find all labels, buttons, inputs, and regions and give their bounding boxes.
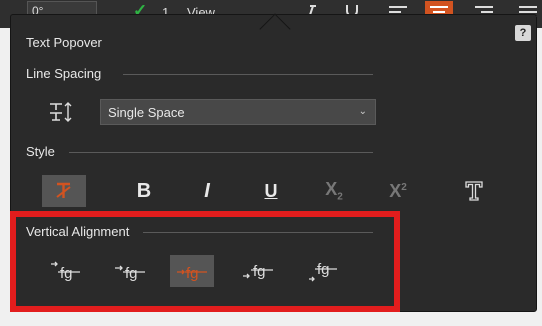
underline-button[interactable]: U [249,175,293,207]
help-button[interactable]: ? [515,25,531,41]
subscript-icon: X2 [325,179,343,203]
svg-text:fg: fg [186,265,199,282]
svg-text:fg: fg [60,265,73,282]
vertical-alignment-label: Vertical Alignment [26,224,130,239]
valign-top-button[interactable]: fg [42,255,86,287]
svg-text:fg: fg [125,265,138,282]
valign-upper-button[interactable]: fg [108,255,152,287]
italic-icon: I [204,179,210,202]
line-spacing-icon [50,102,72,122]
valign-lower-button[interactable]: fg [236,255,280,287]
popover-title: Text Popover [26,35,102,50]
screen: { "toolbar": { "angle_value": "0°", "cou… [0,0,542,326]
valign-bottom-button[interactable]: fg [300,255,344,287]
popover-pointer [259,13,291,45]
underline-icon: U [264,180,278,201]
superscript-icon: X2 [389,180,407,201]
valign-upper-icon: fg [115,265,145,282]
valign-middle-button[interactable]: fg [170,255,214,287]
svg-text:fg: fg [253,263,266,280]
clear-format-button[interactable] [42,175,86,207]
valign-middle-icon: fg [177,265,207,282]
line-spacing-select[interactable]: Single Space ⌄ [100,99,376,125]
text-popover: Text Popover ? Line Spacing Single Space… [10,13,537,312]
valign-bottom-icon: fg [309,261,337,282]
chevron-down-icon: ⌄ [358,106,367,117]
valign-top-icon: fg [51,261,80,282]
subscript-button[interactable]: X2 [312,175,356,207]
outline-text-icon [465,181,483,201]
line-spacing-label: Line Spacing [26,66,102,81]
bold-button[interactable]: B [122,175,166,207]
style-label: Style [26,144,55,159]
section-divider [69,152,373,153]
outline-text-button[interactable] [452,175,496,207]
clear-format-icon [56,182,71,198]
valign-lower-icon: fg [243,263,273,280]
line-spacing-value: Single Space [108,105,185,120]
section-divider [123,74,373,75]
superscript-button[interactable]: X2 [376,175,420,207]
section-divider [143,232,373,233]
italic-button[interactable]: I [185,175,229,207]
bold-icon: B [136,179,152,202]
